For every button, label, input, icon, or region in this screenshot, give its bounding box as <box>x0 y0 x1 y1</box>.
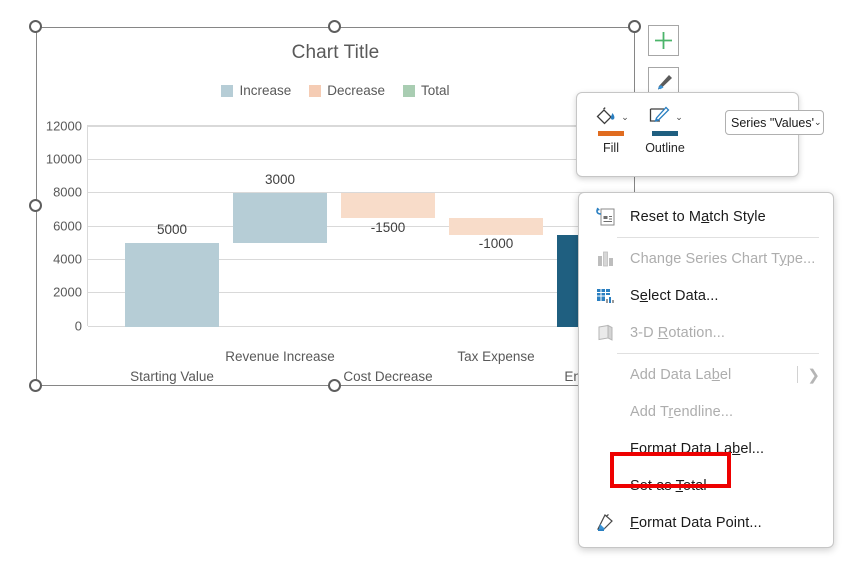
legend-label-decrease: Decrease <box>327 83 386 98</box>
y-tick-8000: 8000 <box>53 184 82 200</box>
bar-label-tax-expense: -1000 <box>478 236 514 251</box>
bar-starting-value[interactable] <box>125 243 219 327</box>
resize-handle-bottom-center[interactable] <box>328 379 341 392</box>
menu-item-add-data-label[interactable]: Add Data Label ❯ <box>579 356 833 393</box>
outline-color-swatch <box>652 131 678 136</box>
bar-revenue-increase[interactable] <box>233 193 327 243</box>
menu-item-reset-to-match-style[interactable]: Reset to Match Style <box>579 198 833 235</box>
y-tick-0: 0 <box>74 318 82 334</box>
y-tick-12000: 12000 <box>45 118 82 134</box>
chart-object[interactable]: Chart Title Increase Decrease Total 1200… <box>36 27 651 386</box>
menu-item-set-as-total[interactable]: Set as Total <box>579 467 833 504</box>
bar-tax-expense[interactable] <box>449 218 543 235</box>
menu-separator-2 <box>617 353 819 354</box>
bar-label-revenue-increase: 3000 <box>264 172 296 187</box>
bar-chart-icon <box>593 248 617 270</box>
menu-separator-1 <box>617 237 819 238</box>
menu-item-label-format-data-label: Format Data Label... <box>630 440 765 457</box>
submenu-divider <box>797 366 799 383</box>
menu-item-label-3d-rotation: 3-D Rotation... <box>630 324 725 341</box>
chart-elements-button[interactable] <box>648 25 679 56</box>
legend-label-total: Total <box>421 83 450 98</box>
series-select-value: Series "Values' <box>731 115 815 130</box>
menu-item-change-series-chart-type[interactable]: Change Series Chart Type... <box>579 240 833 277</box>
chart-title[interactable]: Chart Title <box>37 42 634 64</box>
submenu-arrow-add-data-label[interactable]: ❯ <box>797 366 820 384</box>
resize-handle-middle-left[interactable] <box>29 199 42 212</box>
series-select-chevron-down-icon[interactable]: ⌄ <box>814 117 822 128</box>
fill-tool[interactable]: ⌄ Fill <box>585 100 637 155</box>
context-menu[interactable]: Reset to Match Style Change Series Chart… <box>578 192 834 548</box>
menu-item-label-add-trendline: Add Trendline... <box>630 403 734 420</box>
fill-label: Fill <box>603 141 619 155</box>
legend-swatch-total <box>403 84 416 97</box>
resize-handle-bottom-left[interactable] <box>29 379 42 392</box>
menu-item-format-data-point[interactable]: Format Data Point... <box>579 504 833 541</box>
format-data-point-icon <box>593 512 617 534</box>
outline-pen-icon <box>650 106 670 123</box>
rotation-icon <box>593 322 617 344</box>
y-tick-4000: 4000 <box>53 251 82 267</box>
legend-label-increase: Increase <box>239 83 292 98</box>
x-label-cost-decrease: Cost Decrease <box>343 369 433 384</box>
outline-label: Outline <box>645 141 685 155</box>
reset-style-icon <box>593 206 617 228</box>
gridline-12000: 12000 <box>46 119 631 134</box>
menu-item-label-format-data-point: Format Data Point... <box>630 514 762 531</box>
chevron-right-icon: ❯ <box>807 366 820 384</box>
menu-item-label-add-data-label: Add Data Label <box>630 366 732 383</box>
menu-item-label-change-series-chart-type: Change Series Chart Type... <box>630 250 816 267</box>
x-label-tax-expense: Tax Expense <box>457 349 535 364</box>
bar-label-starting-value: 5000 <box>156 222 188 237</box>
legend-swatch-increase <box>221 84 234 97</box>
bar-label-cost-decrease: -1500 <box>370 220 406 235</box>
legend-item-total[interactable]: Total <box>403 83 450 98</box>
fill-color-swatch <box>598 131 624 136</box>
menu-item-label-select-data: Select Data... <box>630 287 719 304</box>
outline-tool[interactable]: ⌄ Outline <box>639 100 691 155</box>
x-label-starting-value: Starting Value <box>130 369 214 384</box>
legend-item-increase[interactable]: Increase <box>221 83 291 98</box>
plus-icon <box>655 32 672 49</box>
menu-item-format-data-label[interactable]: Format Data Label... <box>579 430 833 467</box>
menu-item-add-trendline[interactable]: Add Trendline... <box>579 393 833 430</box>
resize-handle-top-right[interactable] <box>628 20 641 33</box>
y-tick-10000: 10000 <box>45 151 82 167</box>
legend-item-decrease[interactable]: Decrease <box>309 83 385 98</box>
menu-item-select-data[interactable]: Select Data... <box>579 277 833 314</box>
menu-item-3d-rotation[interactable]: 3-D Rotation... <box>579 314 833 351</box>
fill-bucket-icon <box>596 107 615 125</box>
resize-handle-top-left[interactable] <box>29 20 42 33</box>
menu-item-label-set-as-total: Set as Total <box>630 477 707 494</box>
bar-cost-decrease[interactable] <box>341 193 435 218</box>
plot-area[interactable]: 12000 10000 8000 6000 4000 2000 0 5000 3… <box>46 119 651 384</box>
x-label-revenue-increase: Revenue Increase <box>225 349 335 364</box>
mini-toolbar[interactable]: ⌄ Fill ⌄ Outline Series "Values' ⌄ <box>576 92 824 177</box>
series-select-dropdown[interactable]: Series "Values' ⌄ <box>725 110 824 135</box>
select-data-icon <box>593 285 617 307</box>
y-tick-2000: 2000 <box>53 284 82 300</box>
gridline-10000: 10000 <box>46 152 631 167</box>
menu-item-label-reset-to-match-style: Reset to Match Style <box>630 208 766 225</box>
resize-handle-top-center[interactable] <box>328 20 341 33</box>
y-tick-6000: 6000 <box>53 218 82 234</box>
legend-swatch-decrease <box>309 84 322 97</box>
chart-legend[interactable]: Increase Decrease Total <box>37 83 634 98</box>
outline-chevron-down-icon[interactable]: ⌄ <box>675 112 683 122</box>
fill-chevron-down-icon[interactable]: ⌄ <box>621 112 629 122</box>
